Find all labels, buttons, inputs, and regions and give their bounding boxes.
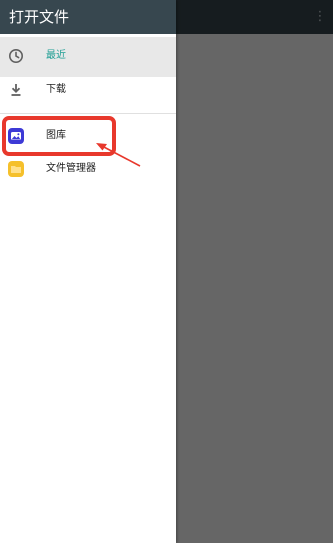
drawer-header: 打开文件 — [0, 0, 176, 34]
navigation-drawer: 打开文件 最近 下载 图库 文件管理器 — [0, 0, 176, 543]
file-manager-icon — [7, 160, 25, 178]
drawer-item-downloads[interactable]: 下载 — [0, 71, 176, 111]
clock-icon — [7, 47, 25, 65]
annotation-arrow-icon — [96, 143, 141, 167]
download-icon — [7, 81, 25, 99]
drawer-item-label: 最近 — [46, 50, 66, 61]
drawer-item-label: 下载 — [46, 84, 66, 95]
open-file-screen: ⋮ 文件 打开文件 最近 下 — [0, 0, 333, 543]
drawer-divider — [0, 113, 176, 114]
page-title: 打开文件 — [9, 8, 70, 26]
drawer-item-file-manager[interactable]: 文件管理器 — [0, 150, 176, 190]
drawer-item-label: 文件管理器 — [46, 163, 96, 174]
